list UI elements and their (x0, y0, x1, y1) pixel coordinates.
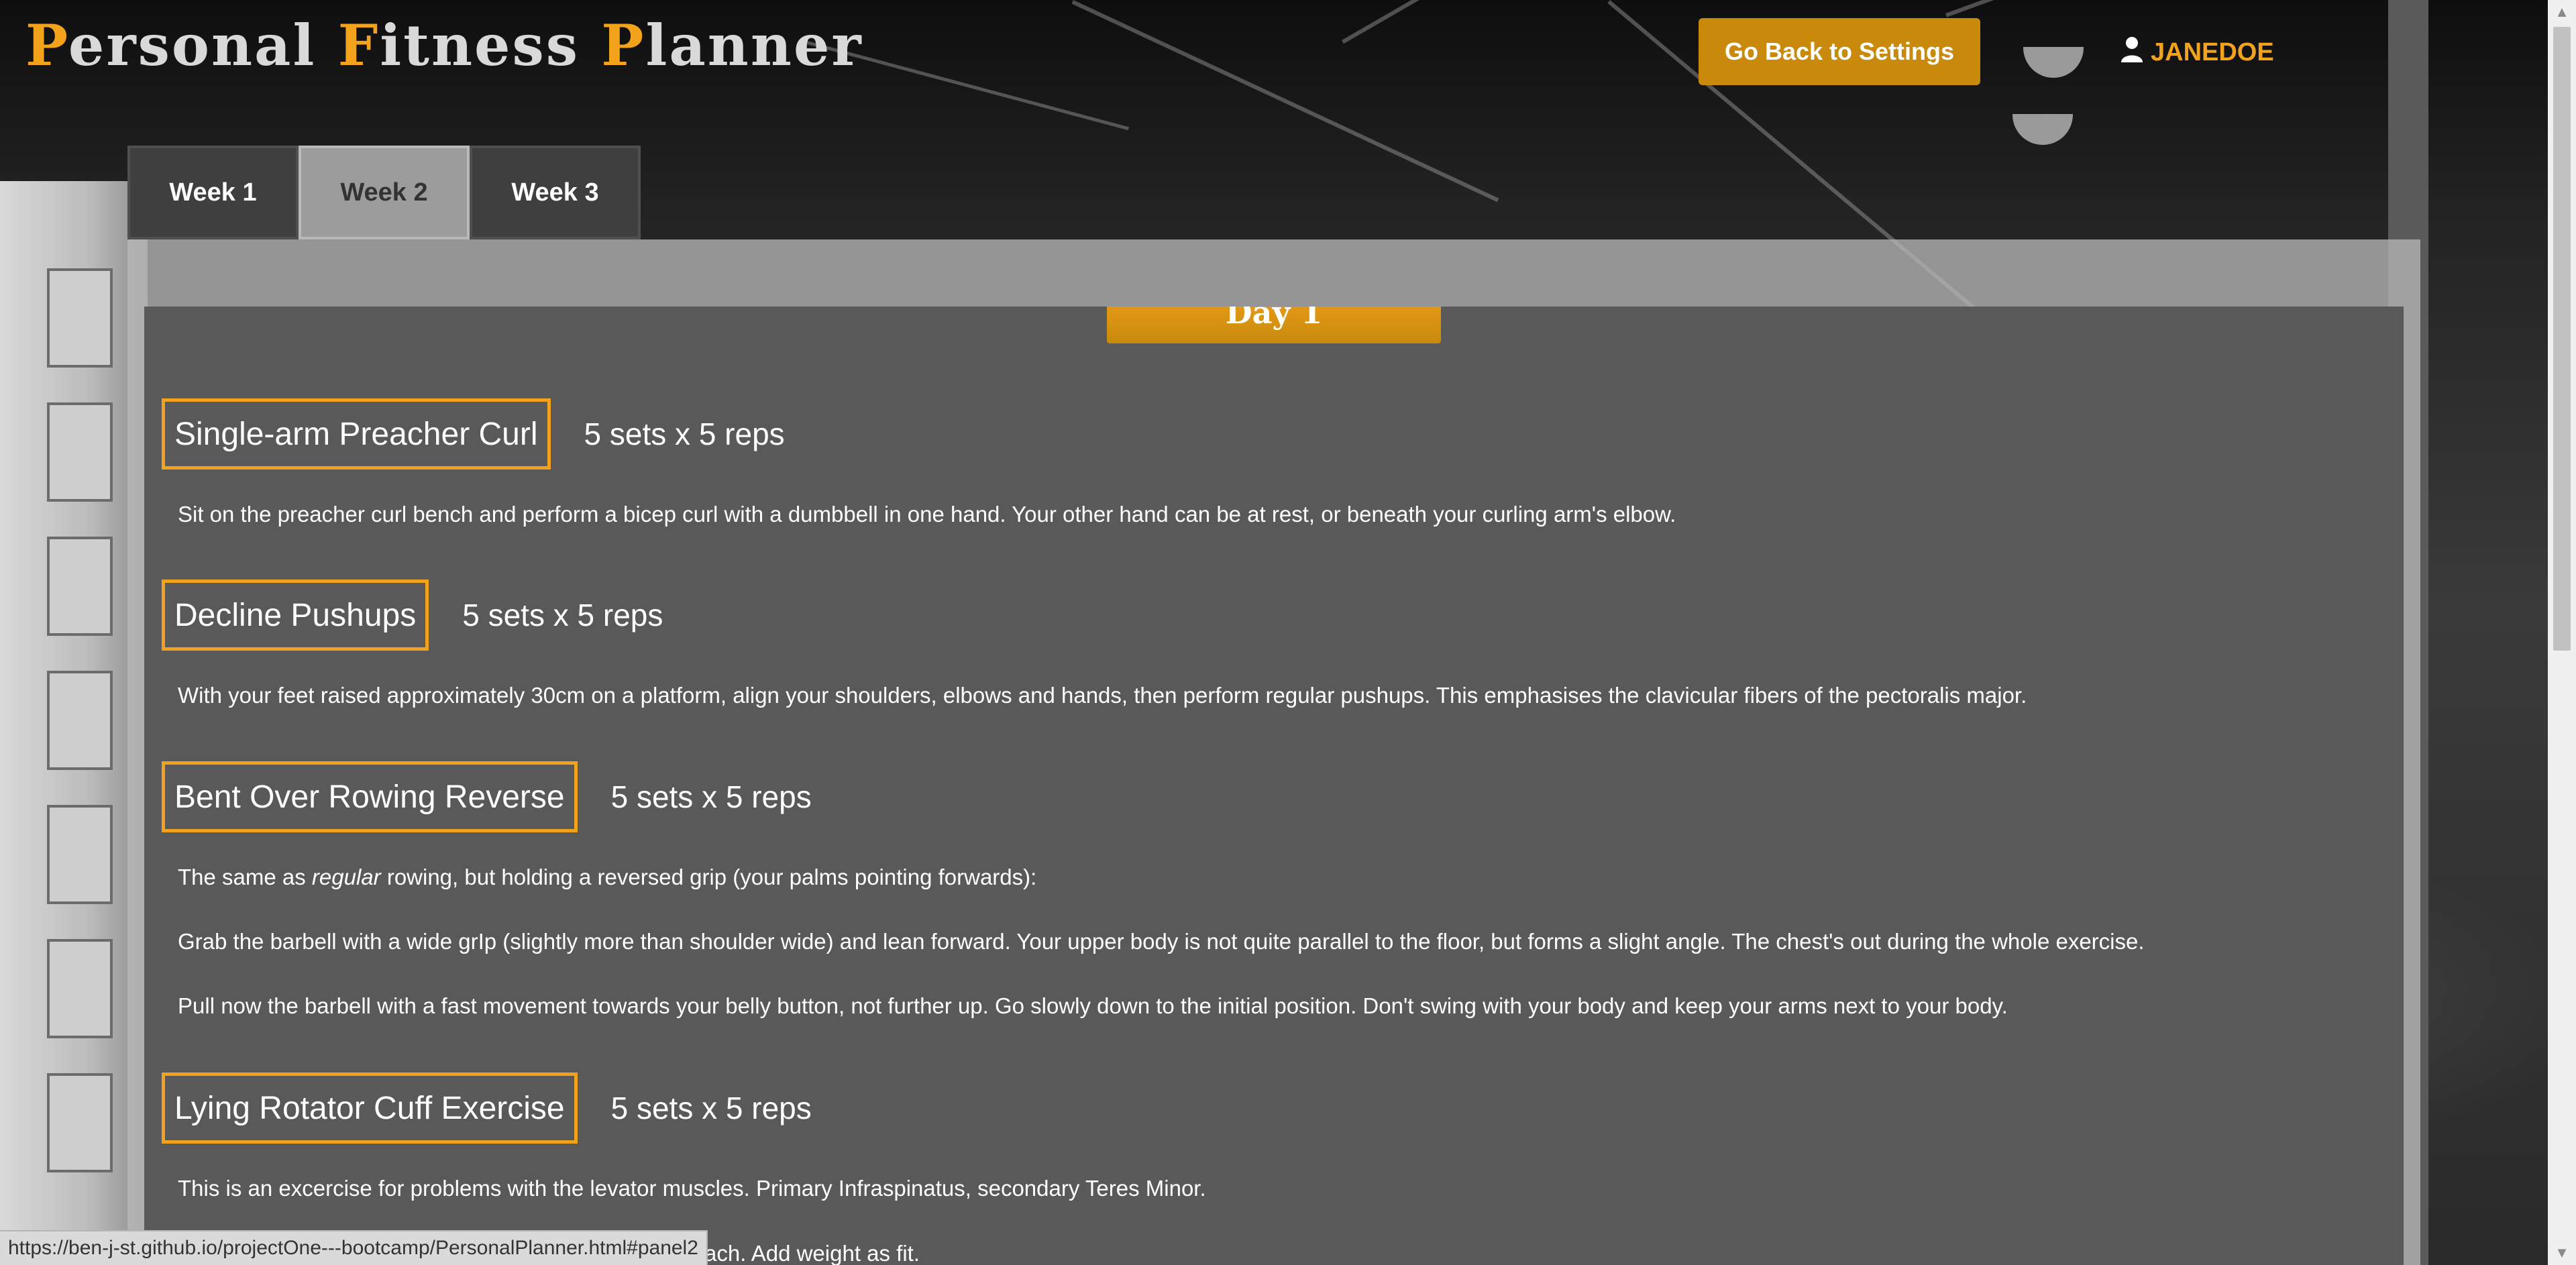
exercise-description: This is an excercise for problems with t… (178, 1176, 1206, 1201)
exercise-name: Lying Rotator Cuff Exercise (162, 1072, 578, 1144)
exercise-description: With your feet raised approximately 30cm… (178, 683, 2027, 708)
scroll-down-icon[interactable]: ▼ (2548, 1241, 2576, 1265)
status-bar-url: https://ben-j-st.github.io/projectOne---… (0, 1230, 708, 1265)
exercise-name: Bent Over Rowing Reverse (162, 761, 578, 832)
tab-week-3[interactable]: Week 3 (470, 146, 641, 239)
intro-text-before: The same as (178, 865, 312, 889)
exercise-sets: 5 sets x 5 reps (462, 598, 663, 632)
day-panel: Day 1 Single-arm Preacher Curl 5 sets x … (144, 307, 2404, 1265)
day-title: Day 1 (1107, 307, 1441, 343)
go-back-to-settings-button[interactable]: Go Back to Settings (1699, 18, 1980, 85)
title-initial-1: P (25, 12, 68, 78)
week-tabs: Week 1 Week 2 Week 3 (127, 146, 641, 239)
exercise-description: Pull now the barbell with a fast movemen… (178, 993, 2008, 1018)
intro-emphasis: regular (311, 865, 381, 889)
tab-week-2[interactable]: Week 2 (299, 146, 470, 239)
intro-text-after: rowing, but holding a reversed grip (you… (380, 865, 1037, 889)
background-building (0, 181, 148, 1265)
tab-week-1[interactable]: Week 1 (127, 146, 299, 239)
exercise-description-intro: The same as regular rowing, but holding … (178, 865, 2145, 890)
title-initial-2: F (337, 12, 380, 78)
exercise-description: Sit on the preacher curl bench and perfo… (178, 502, 1676, 527)
exercise-card: Bent Over Rowing Reverse 5 sets x 5 reps… (162, 761, 2145, 1019)
username-label: JANEDOE (2151, 38, 2274, 66)
exercise-name: Single-arm Preacher Curl (162, 398, 551, 470)
exercise-card: Single-arm Preacher Curl 5 sets x 5 reps… (162, 398, 1676, 527)
exercise-sets: 5 sets x 5 reps (610, 779, 812, 814)
scroll-up-icon[interactable]: ▲ (2548, 0, 2576, 24)
exercise-card: Lying Rotator Cuff Exercise 5 sets x 5 r… (162, 1072, 1206, 1201)
title-word-3: lanner (645, 12, 863, 78)
scrollbar-thumb[interactable] (2553, 27, 2571, 651)
exercise-description: Grab the barbell with a wide grIp (sligh… (178, 929, 2145, 954)
user-icon (2120, 36, 2144, 69)
exercise-name: Decline Pushups (162, 580, 429, 651)
exercise-sets: 5 sets x 5 reps (610, 1091, 812, 1125)
title-word-2: itness (380, 12, 602, 78)
exercise-card: Decline Pushups 5 sets x 5 reps With you… (162, 580, 2027, 708)
user-account[interactable]: JANEDOE (2120, 34, 2274, 71)
app-title: Personal Fitness Planner (25, 12, 863, 78)
page-scrollbar[interactable]: ▲ ▼ (2548, 0, 2576, 1265)
title-word-1: ersonal (68, 12, 338, 78)
title-initial-3: P (601, 12, 646, 78)
exercise-sets: 5 sets x 5 reps (584, 417, 785, 451)
